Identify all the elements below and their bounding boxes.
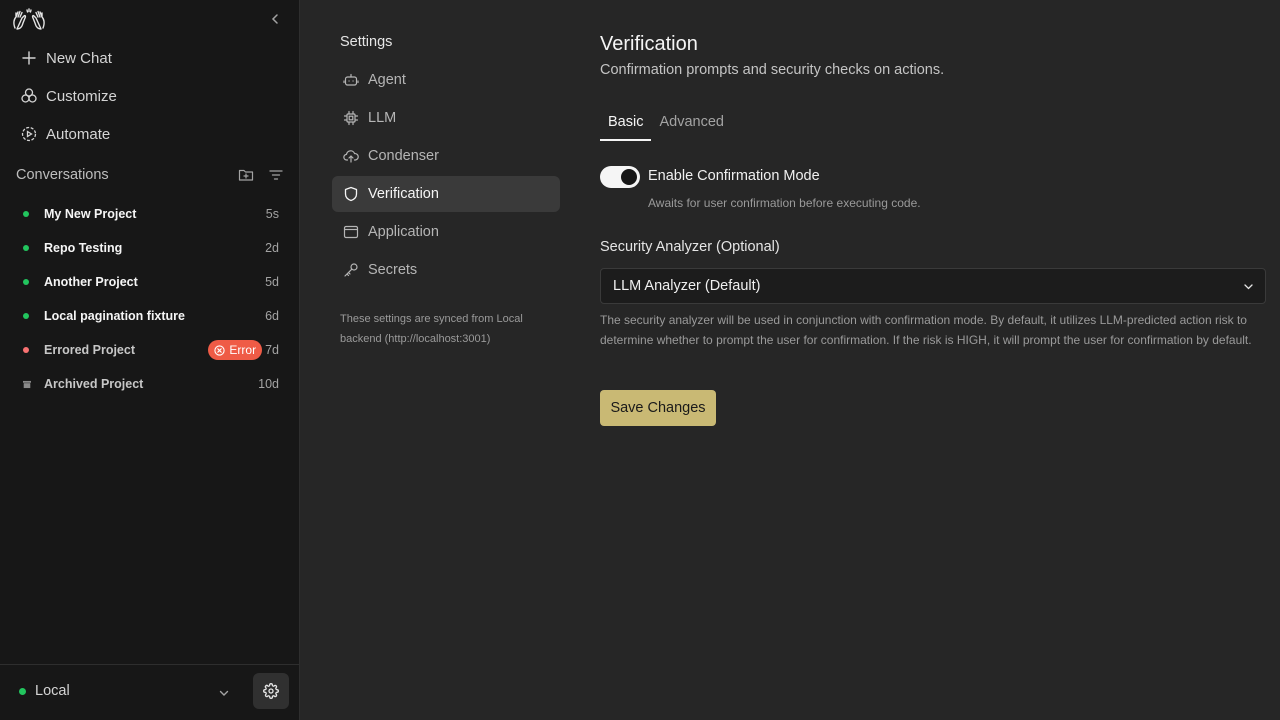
settings-nav-label: Application xyxy=(368,224,439,240)
automate-button[interactable]: Automate xyxy=(20,122,110,146)
chevron-down-icon[interactable] xyxy=(217,686,231,700)
conversation-time: 5s xyxy=(265,207,279,221)
key-icon xyxy=(343,262,359,278)
tabs: Basic Advanced xyxy=(600,108,732,141)
conversation-time: 6d xyxy=(265,309,279,323)
toggle-knob xyxy=(621,169,637,185)
conversation-time: 7d xyxy=(265,343,279,357)
customize-button[interactable]: Customize xyxy=(20,84,117,108)
conversation-name: Another Project xyxy=(44,275,138,289)
conversation-item[interactable]: Repo Testing 2d xyxy=(0,231,300,265)
window-icon xyxy=(343,224,359,240)
settings-nav-label: LLM xyxy=(368,110,397,126)
cloud-upload-icon xyxy=(343,148,359,164)
automate-icon xyxy=(20,125,38,143)
archive-icon xyxy=(23,380,31,389)
conversation-name: My New Project xyxy=(44,207,137,221)
plus-icon xyxy=(20,49,38,67)
confirmation-mode-toggle[interactable] xyxy=(600,166,640,188)
sync-note: These settings are synced from Local bac… xyxy=(340,313,523,345)
conversation-time: 2d xyxy=(265,241,279,255)
conversations-title: Conversations xyxy=(16,167,109,183)
sidebar-footer: Local xyxy=(0,664,299,720)
conversation-time: 5d xyxy=(265,275,279,289)
error-circle-icon xyxy=(214,344,226,356)
chip-icon xyxy=(343,110,359,126)
shield-icon xyxy=(343,186,359,202)
backend-status-dot xyxy=(19,687,26,695)
backend-label: Local xyxy=(35,683,70,699)
conversation-name: Local pagination fixture xyxy=(44,309,185,323)
hands-logo-icon[interactable] xyxy=(12,8,46,32)
conversation-item[interactable]: Archived Project 10d xyxy=(0,367,300,401)
sidebar: New Chat Customize Automate Conversation… xyxy=(0,0,300,720)
conversation-time: 10d xyxy=(258,377,279,391)
settings-nav-application[interactable]: Application xyxy=(332,214,560,250)
error-badge-label: Error xyxy=(229,343,257,357)
gear-icon xyxy=(263,683,279,699)
status-dot xyxy=(23,279,29,285)
collapse-sidebar-icon[interactable] xyxy=(266,10,284,28)
settings-button[interactable] xyxy=(253,673,289,709)
status-dot xyxy=(23,347,29,353)
conversation-item[interactable]: Local pagination fixture 6d xyxy=(0,299,300,333)
security-analyzer-label: Security Analyzer (Optional) xyxy=(600,239,780,255)
settings-nav-agent[interactable]: Agent xyxy=(332,62,560,98)
security-analyzer-help: The security analyzer will be used in co… xyxy=(600,313,1252,347)
settings-nav-condenser[interactable]: Condenser xyxy=(332,138,560,174)
tab-basic[interactable]: Basic xyxy=(600,108,652,141)
page-title: Verification xyxy=(600,33,698,55)
confirmation-mode-help: Awaits for user confirmation before exec… xyxy=(648,196,921,210)
customize-label: Customize xyxy=(46,87,117,105)
save-changes-button[interactable]: Save Changes xyxy=(600,390,716,426)
new-chat-button[interactable]: New Chat xyxy=(20,46,112,70)
conversation-item[interactable]: Errored Project Error 7d xyxy=(0,333,300,367)
customize-icon xyxy=(20,87,38,105)
chevron-down-icon xyxy=(1242,280,1255,293)
filter-icon[interactable] xyxy=(268,167,284,183)
settings-nav-verification[interactable]: Verification xyxy=(332,176,560,212)
settings-title: Settings xyxy=(340,34,393,50)
status-dot xyxy=(23,211,29,217)
settings-nav-label: Agent xyxy=(368,72,406,88)
settings-nav-label: Verification xyxy=(368,186,439,202)
conversations-header: Conversations xyxy=(16,164,284,186)
settings-nav-label: Secrets xyxy=(368,262,418,278)
robot-icon xyxy=(343,72,359,88)
backend-selector[interactable]: Local xyxy=(19,683,70,699)
conversation-item[interactable]: Another Project 5d xyxy=(0,265,300,299)
status-dot xyxy=(23,313,29,319)
conversation-name: Archived Project xyxy=(44,377,144,391)
conversation-name: Errored Project xyxy=(44,343,136,357)
security-analyzer-value: LLM Analyzer (Default) xyxy=(613,278,761,294)
settings-nav-llm[interactable]: LLM xyxy=(332,100,560,136)
conversation-name: Repo Testing xyxy=(44,241,123,255)
settings-nav-label: Condenser xyxy=(368,148,439,164)
new-folder-icon[interactable] xyxy=(238,167,254,183)
conversation-item[interactable]: My New Project 5s xyxy=(0,197,300,231)
tab-advanced[interactable]: Advanced xyxy=(651,108,732,141)
new-chat-label: New Chat xyxy=(46,49,112,67)
status-dot xyxy=(23,245,29,251)
security-analyzer-select[interactable]: LLM Analyzer (Default) xyxy=(600,268,1266,304)
conversation-list: My New Project 5s Repo Testing 2d Anothe… xyxy=(0,197,300,401)
settings-nav-secrets[interactable]: Secrets xyxy=(332,252,560,288)
error-badge: Error xyxy=(208,340,263,360)
page-subtitle: Confirmation prompts and security checks… xyxy=(600,62,945,78)
confirmation-mode-label: Enable Confirmation Mode xyxy=(648,168,820,184)
automate-label: Automate xyxy=(46,125,111,143)
